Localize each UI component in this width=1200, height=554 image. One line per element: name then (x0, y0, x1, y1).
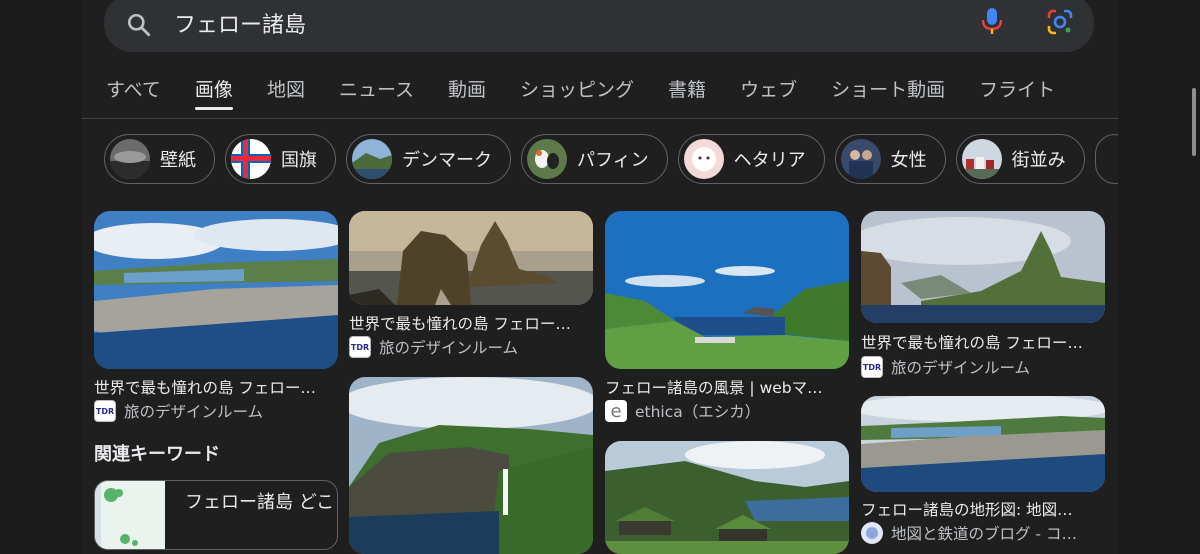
cliff-lake-aerial-photo (861, 396, 1105, 492)
chip-women[interactable]: 女性 (834, 134, 946, 184)
chip-label: ヘタリア (733, 150, 806, 171)
result-image-5[interactable] (605, 441, 849, 554)
chip-thumbnail (961, 139, 1002, 179)
tabs-divider (82, 118, 1118, 119)
tdr-favicon-icon: TDR (349, 336, 371, 358)
sea-stacks-photo (349, 211, 593, 305)
result-source-3[interactable]: e ethica（エシカ） (605, 400, 849, 422)
result-source-1[interactable]: TDR 旅のデザインルーム (94, 400, 338, 422)
related-keyword-card[interactable]: フェロー諸島 どこ (94, 480, 338, 550)
google-lens-icon[interactable] (1046, 8, 1074, 36)
chip-thumbnail (683, 139, 724, 179)
chip-wallpaper[interactable]: 壁紙 (104, 134, 215, 184)
result-image-7[interactable] (861, 396, 1105, 492)
tab-books[interactable]: 書籍 (668, 76, 706, 110)
chip-thumbnail (352, 139, 392, 179)
source-label: ethica（エシカ） (635, 403, 761, 421)
right-margin (1118, 0, 1200, 554)
tdr-favicon-icon: TDR (94, 400, 116, 422)
search-icon[interactable] (126, 12, 152, 38)
waterfall-photo (349, 377, 593, 554)
chip-puffin[interactable]: パフィン (521, 134, 668, 184)
chip-townscape[interactable]: 街並み (955, 134, 1085, 184)
tab-images[interactable]: 画像 (194, 76, 233, 110)
map-thumbnail (95, 481, 165, 549)
result-caption-2[interactable]: 世界で最も憧れの島 フェロー… (349, 312, 593, 334)
tab-shopping[interactable]: ショッピング (520, 76, 634, 110)
result-image-4[interactable] (349, 377, 593, 554)
ethica-favicon-icon: e (605, 400, 627, 422)
chip-label: 国旗 (281, 150, 317, 171)
chip-thumbnail (110, 139, 150, 179)
related-keywords-title: 関連キーワード (94, 444, 220, 465)
search-results-page: フェロー諸島 すべて 画像 地図 ニュース 動画 ショッピング 書籍 ウェブ シ… (0, 0, 1200, 554)
tab-news[interactable]: ニュース (339, 76, 414, 110)
refinement-chips: 壁紙 国旗 デンマーク パフィン ヘタリア 女性 街並み (104, 134, 1118, 186)
chip-label: デンマーク (402, 150, 492, 171)
village-bay-photo (605, 211, 849, 369)
chip-denmark[interactable]: デンマーク (346, 134, 511, 184)
search-tabs: すべて 画像 地図 ニュース 動画 ショッピング 書籍 ウェブ ショート動画 フ… (106, 76, 1089, 110)
result-image-2[interactable] (349, 211, 593, 305)
result-caption-5[interactable]: フェロー諸島の地形図: 地図… (861, 498, 1105, 520)
source-label: 旅のデザインルーム (891, 359, 1031, 377)
tab-videos[interactable]: 動画 (448, 76, 486, 110)
chip-label: 女性 (890, 150, 927, 171)
chip-thumbnail (527, 139, 567, 179)
result-image-3[interactable] (605, 211, 849, 369)
tab-short-videos[interactable]: ショート動画 (831, 76, 945, 110)
scrollbar[interactable] (1192, 88, 1196, 156)
result-caption-4[interactable]: 世界で最も憧れの島 フェロー… (861, 331, 1105, 353)
source-label: 旅のデザインルーム (379, 339, 519, 357)
tab-web[interactable]: ウェブ (740, 76, 797, 110)
result-caption-1[interactable]: 世界で最も憧れの島 フェロー… (94, 376, 338, 398)
chip-hetalia[interactable]: ヘタリア (677, 134, 825, 184)
left-margin (0, 0, 82, 554)
chip-label: パフィン (577, 150, 649, 171)
tab-maps[interactable]: 地図 (267, 76, 305, 110)
result-caption-3[interactable]: フェロー諸島の風景 | webマ… (605, 376, 849, 398)
tab-flights[interactable]: フライト (979, 76, 1055, 110)
faroe-flag-icon (231, 139, 271, 179)
chip-more[interactable] (1094, 134, 1118, 184)
blog-favicon-icon (861, 522, 883, 544)
tdr-favicon-icon: TDR (861, 356, 883, 378)
chip-label: 壁紙 (160, 150, 196, 171)
result-image-6[interactable] (861, 211, 1105, 323)
source-label: 地図と鉄道のブログ - コ… (891, 525, 1077, 543)
result-source-5[interactable]: 地図と鉄道のブログ - コ… (861, 522, 1105, 544)
search-bar[interactable]: フェロー諸島 (104, 0, 1094, 52)
related-keyword-label: フェロー諸島 どこ (185, 492, 335, 513)
chip-thumbnail (840, 139, 881, 179)
search-input[interactable]: フェロー諸島 (174, 7, 306, 39)
result-source-4[interactable]: TDR 旅のデザインルーム (861, 356, 1105, 378)
microphone-icon[interactable] (980, 6, 1004, 36)
source-label: 旅のデザインルーム (124, 403, 264, 421)
cliff-lake-photo (94, 211, 338, 369)
turf-houses-photo (605, 441, 849, 554)
result-image-1[interactable] (94, 211, 338, 369)
chip-flag[interactable]: 国旗 (225, 134, 336, 184)
peak-stacks-photo (861, 211, 1105, 323)
tab-all[interactable]: すべて (106, 76, 161, 110)
chip-label: 街並み (1011, 150, 1066, 171)
result-source-2[interactable]: TDR 旅のデザインルーム (349, 336, 593, 358)
